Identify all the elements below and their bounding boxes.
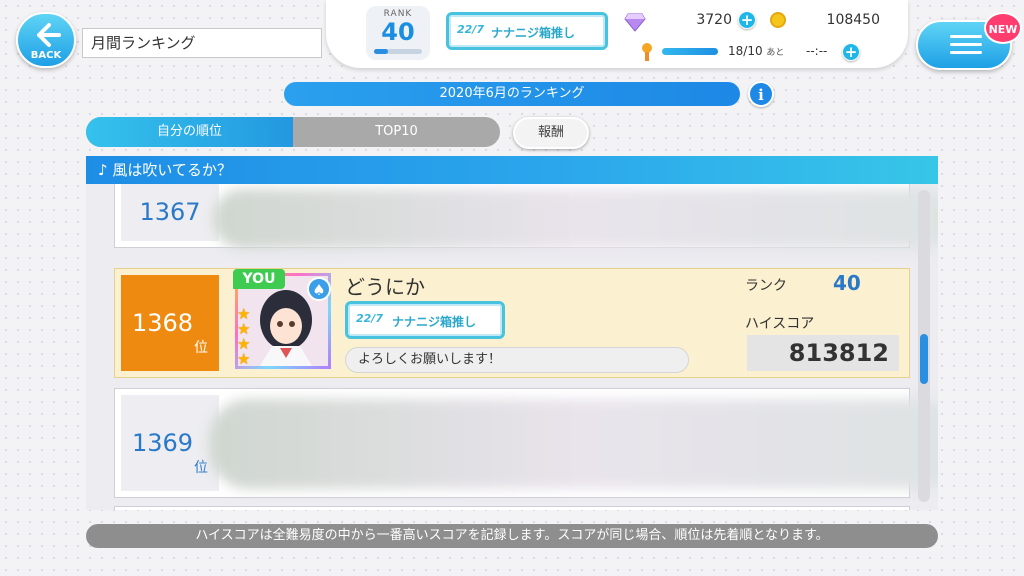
back-button[interactable]: BACK — [16, 12, 76, 68]
ranking-row[interactable]: 1367 — [114, 184, 938, 249]
player-rank-box[interactable]: RANK 40 — [366, 6, 430, 60]
arrow-left-icon — [37, 23, 61, 47]
you-tag: YOU — [233, 269, 285, 289]
ranking-note: ハイスコアは全難易度の中から一番高いスコアを記録します。スコアが同じ場合、順位は… — [86, 524, 938, 548]
stamina-timer: --:-- — [806, 44, 828, 58]
star-icon: ★ — [237, 350, 251, 368]
high-score-value: 813812 — [747, 335, 899, 371]
player-rank-value: 40 — [833, 271, 861, 295]
reward-button[interactable]: 報酬 — [513, 117, 589, 149]
rank-number: 1369 位 — [121, 395, 219, 491]
menu-icon — [950, 35, 982, 38]
info-button[interactable]: i — [748, 81, 774, 107]
gem-count: 3720 — [696, 12, 732, 28]
group-logo: 22/7 — [356, 312, 383, 325]
blurred-player-info — [209, 399, 938, 489]
back-label: BACK — [30, 50, 62, 61]
my-rank-number: 1368 位 — [121, 275, 219, 371]
new-badge: NEW — [984, 12, 1022, 44]
equipped-title-badge[interactable]: 22/7 ナナニジ箱推し — [446, 12, 608, 50]
stamina-fill — [662, 48, 718, 55]
ranking-list[interactable]: 1367 1368 位 YOU ♠ ★ ★ ★ ★ どうにか 22/7 ナナニジ… — [86, 184, 938, 510]
stamina-count: 18/10 あと — [728, 44, 784, 58]
rank-value: 40 — [381, 18, 415, 46]
gem-icon — [624, 13, 646, 32]
stamina-bar — [662, 48, 718, 55]
coin-icon — [770, 12, 786, 28]
microphone-icon — [642, 43, 652, 61]
tab-my-rank[interactable]: 自分の順位 — [86, 117, 293, 147]
high-score-label: ハイスコア — [745, 316, 815, 332]
song-title: ♪ 風は吹いてるか？ — [86, 156, 938, 184]
ranking-period: 2020年6月のランキング — [284, 82, 740, 106]
group-logo: 22/7 — [457, 23, 484, 36]
rarity-stars: ★ ★ ★ ★ — [237, 307, 253, 367]
stamina-value: 18/10 — [728, 44, 763, 58]
player-title-badge: 22/7 ナナニジ箱推し — [345, 301, 505, 339]
ranking-row[interactable]: 1369 位 — [114, 388, 938, 498]
player-comment: よろしくお願いします！ — [345, 347, 689, 373]
my-ranking-row[interactable]: 1368 位 YOU ♠ ★ ★ ★ ★ どうにか 22/7 ナナニジ箱推し よろしくお… — [114, 268, 910, 378]
scrollbar-thumb[interactable] — [920, 334, 928, 384]
add-stamina-button[interactable]: + — [842, 43, 860, 61]
stamina-suffix: あと — [766, 48, 785, 58]
spade-icon: ♠ — [307, 277, 331, 301]
player-title-text: ナナニジ箱推し — [392, 315, 477, 329]
blurred-player-info — [213, 189, 938, 249]
player-name: どうにか — [345, 275, 425, 299]
player-rank-label: ランク — [745, 278, 787, 294]
add-gems-button[interactable]: + — [738, 11, 756, 29]
ranking-tabs: 自分の順位 TOP10 — [86, 117, 500, 147]
ranking-row[interactable] — [114, 506, 910, 510]
tab-top10[interactable]: TOP10 — [293, 117, 500, 147]
title-badge-text: ナナニジ箱推し — [491, 26, 576, 40]
page-title: 月間ランキング — [82, 28, 322, 58]
coin-count: 108450 — [826, 12, 880, 28]
rank-exp-bar — [374, 49, 422, 54]
rank-number: 1367 — [121, 184, 219, 241]
